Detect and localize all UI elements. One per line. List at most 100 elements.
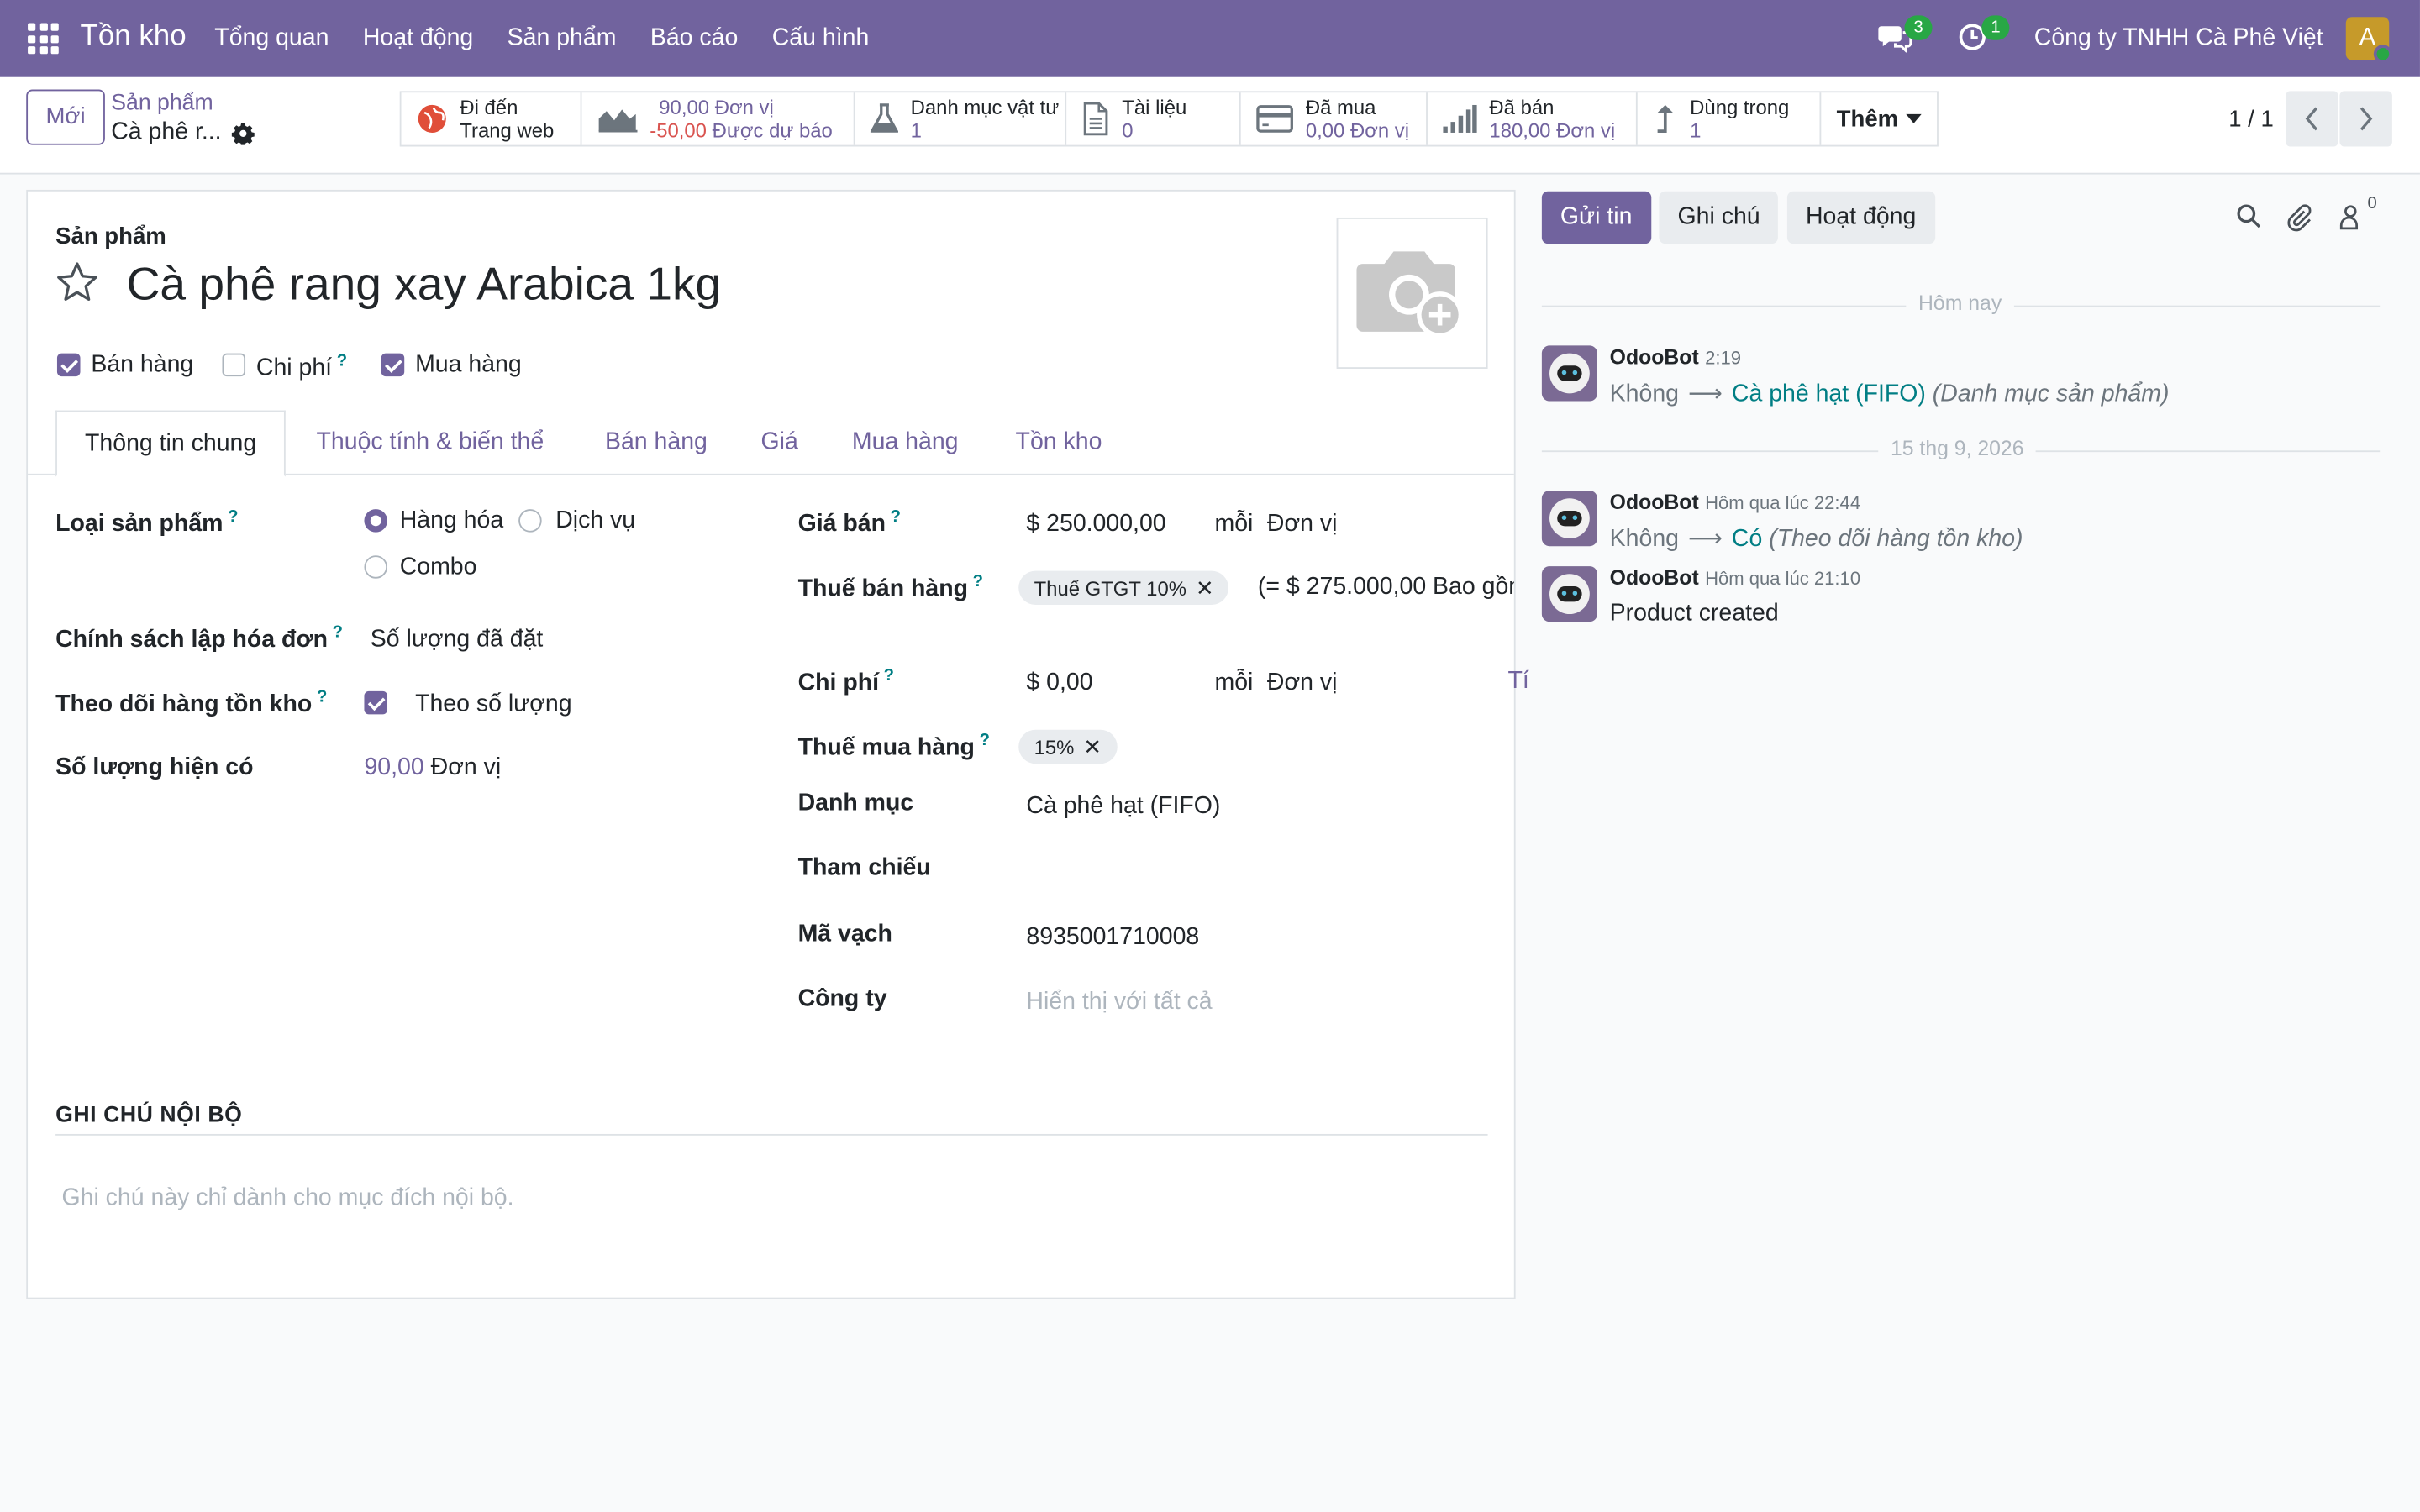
help-tooltip-icon[interactable]: ? bbox=[879, 666, 894, 685]
new-button[interactable]: Mới bbox=[26, 89, 105, 145]
remove-tag-icon[interactable]: ✕ bbox=[1196, 575, 1214, 600]
cost-label: Chi phí bbox=[797, 669, 880, 696]
help-tooltip-icon[interactable]: ? bbox=[975, 732, 990, 750]
purchased-smart-button[interactable]: Đã mua 0,00 Đơn vị bbox=[1241, 92, 1428, 145]
type-goods-radio[interactable] bbox=[364, 509, 388, 533]
activities-button[interactable]: 1 bbox=[1957, 15, 2010, 60]
level-up-icon bbox=[1653, 103, 1677, 134]
messages-button[interactable]: 3 bbox=[1878, 15, 1933, 60]
tab-sales[interactable]: Bán hàng bbox=[605, 429, 708, 457]
compute-cost-link[interactable]: Tí bbox=[1507, 668, 1528, 696]
more-dropdown[interactable]: Thêm bbox=[1821, 92, 1937, 144]
category-input[interactable]: Cà phê hạt (FIFO) bbox=[1026, 793, 1220, 821]
apps-grid-icon[interactable] bbox=[28, 23, 59, 55]
internal-notes-input[interactable]: Ghi chú này chỉ dành cho mục đích nội bộ… bbox=[61, 1185, 513, 1213]
followers-button[interactable]: 0 bbox=[2339, 194, 2377, 237]
odoobot-avatar[interactable] bbox=[1541, 566, 1597, 622]
used-in-label: Dùng trong bbox=[1690, 95, 1790, 119]
product-name-input[interactable]: Cà phê rang xay Arabica 1kg bbox=[127, 260, 722, 312]
cost-label-wrap: Chi phí ? bbox=[798, 666, 894, 697]
menu-configuration[interactable]: Cấu hình bbox=[772, 24, 870, 52]
author-name[interactable]: OdooBot bbox=[1610, 345, 1699, 369]
tab-inventory[interactable]: Tồn kho bbox=[1016, 429, 1102, 457]
bom-value: 1 bbox=[910, 118, 922, 142]
date-separator-today: Hôm nay bbox=[1906, 291, 2014, 315]
arrow-right-icon: ⟶ bbox=[1688, 381, 1723, 407]
app-name[interactable]: Tồn kho bbox=[81, 20, 187, 54]
pager-previous-button[interactable] bbox=[2286, 91, 2338, 147]
product-type-label-wrap: Loại sản phẩm ? bbox=[55, 507, 238, 538]
odoobot-avatar[interactable] bbox=[1541, 345, 1597, 402]
onhand-smart-button[interactable]: 90,00 Đơn vị -50,00 Được dự báo bbox=[581, 92, 855, 145]
help-tooltip-icon[interactable]: ? bbox=[968, 572, 983, 591]
can-be-expensed-label: Chi phí bbox=[255, 354, 333, 381]
type-combo-radio[interactable] bbox=[364, 555, 388, 579]
author-name[interactable]: OdooBot bbox=[1610, 566, 1699, 590]
old-value: Không bbox=[1609, 381, 1680, 407]
pager-value[interactable]: 1 / 1 bbox=[2228, 107, 2274, 133]
internal-reference-input[interactable] bbox=[1026, 858, 1458, 889]
sold-label: Đã bán bbox=[1489, 95, 1555, 119]
activity-button[interactable]: Hoạt động bbox=[1786, 191, 1935, 244]
help-tooltip-icon[interactable]: ? bbox=[223, 507, 238, 526]
qty-on-hand-label: Số lượng hiện có bbox=[55, 754, 254, 781]
help-tooltip-icon[interactable]: ? bbox=[312, 688, 327, 706]
favorite-star-icon[interactable] bbox=[54, 260, 100, 313]
menu-products[interactable]: Sản phẩm bbox=[508, 24, 617, 52]
type-service-radio[interactable] bbox=[518, 509, 542, 533]
type-combo-label: Combo bbox=[399, 554, 477, 580]
product-image-upload[interactable] bbox=[1336, 217, 1488, 369]
sales-tax-tag: Thuế GTGT 10% ✕ bbox=[1018, 570, 1229, 605]
field-name: (Danh mục sản phẩm) bbox=[1932, 381, 2170, 407]
menu-reporting[interactable]: Báo cáo bbox=[650, 24, 738, 52]
tab-general-info[interactable]: Thông tin chung bbox=[55, 410, 287, 477]
pager-next-button[interactable] bbox=[2339, 91, 2392, 147]
track-inventory-checkbox[interactable] bbox=[364, 690, 388, 715]
search-icon[interactable] bbox=[2236, 203, 2261, 236]
area-chart-icon bbox=[597, 105, 638, 133]
message-time: 2:19 bbox=[1705, 347, 1741, 369]
log-note-button[interactable]: Ghi chú bbox=[1659, 191, 1779, 244]
odoobot-avatar[interactable] bbox=[1541, 491, 1597, 547]
send-message-button[interactable]: Gửi tin bbox=[1541, 191, 1651, 244]
help-tooltip-icon[interactable]: ? bbox=[886, 507, 901, 526]
qty-on-hand-value[interactable]: 90,00 bbox=[364, 754, 424, 780]
camera-plus-icon bbox=[1356, 251, 1464, 339]
tab-attributes-variants[interactable]: Thuộc tính & biến thể bbox=[317, 429, 544, 457]
cost-input[interactable]: $ 0,00 bbox=[1026, 669, 1092, 697]
purchase-tax-tag: 15% ✕ bbox=[1018, 729, 1118, 764]
menu-overview[interactable]: Tổng quan bbox=[214, 24, 329, 52]
used-in-smart-button[interactable]: Dùng trong 1 bbox=[1638, 92, 1822, 145]
menu-operations[interactable]: Hoạt động bbox=[363, 24, 473, 52]
tab-purchase[interactable]: Mua hàng bbox=[852, 429, 959, 457]
can-be-expensed-checkbox[interactable] bbox=[222, 353, 246, 377]
company-switcher[interactable]: Công ty TNHH Cà Phê Việt bbox=[2034, 24, 2323, 52]
purchased-value: 0,00 Đơn vị bbox=[1305, 118, 1410, 142]
breadcrumb-parent[interactable]: Sản phẩm bbox=[111, 91, 213, 115]
sold-smart-button[interactable]: Đã bán 180,00 Đơn vị bbox=[1428, 92, 1638, 145]
sales-price-label-wrap: Giá bán ? bbox=[798, 507, 901, 538]
gear-icon[interactable] bbox=[231, 122, 255, 153]
company-input[interactable]: Hiển thị với tất cả bbox=[1026, 989, 1212, 1016]
help-tooltip-icon[interactable]: ? bbox=[332, 352, 347, 370]
tracking-method-select[interactable]: Theo số lượng bbox=[415, 691, 572, 719]
chevron-right-icon bbox=[2360, 107, 2373, 131]
bom-smart-button[interactable]: Danh mục vật tư 1 bbox=[855, 92, 1067, 145]
website-smart-button[interactable]: Đi đến Trang web bbox=[402, 92, 582, 145]
documents-label: Tài liệu bbox=[1122, 95, 1187, 119]
invoice-policy-select[interactable]: Số lượng đã đặt bbox=[371, 627, 544, 654]
tracking-message-2: Không ⟶ Có (Theo dõi hàng tồn kho) bbox=[1610, 524, 2023, 554]
price-per-label: mỗi bbox=[1214, 510, 1254, 538]
barcode-label: Mã vạch bbox=[797, 921, 892, 948]
tab-price[interactable]: Giá bbox=[760, 429, 797, 457]
barcode-input[interactable]: 8935001710008 bbox=[1026, 924, 1199, 952]
remove-tag-icon[interactable]: ✕ bbox=[1083, 734, 1102, 759]
can-be-sold-checkbox[interactable] bbox=[56, 353, 81, 377]
sales-price-input[interactable]: $ 250.000,00 bbox=[1026, 511, 1165, 538]
documents-smart-button[interactable]: Tài liệu 0 bbox=[1066, 92, 1241, 145]
paperclip-icon[interactable] bbox=[2287, 203, 2312, 239]
purchased-label: Đã mua bbox=[1305, 95, 1376, 119]
author-name[interactable]: OdooBot bbox=[1610, 491, 1699, 514]
help-tooltip-icon[interactable]: ? bbox=[328, 623, 343, 642]
can-be-purchased-checkbox[interactable] bbox=[381, 353, 405, 377]
